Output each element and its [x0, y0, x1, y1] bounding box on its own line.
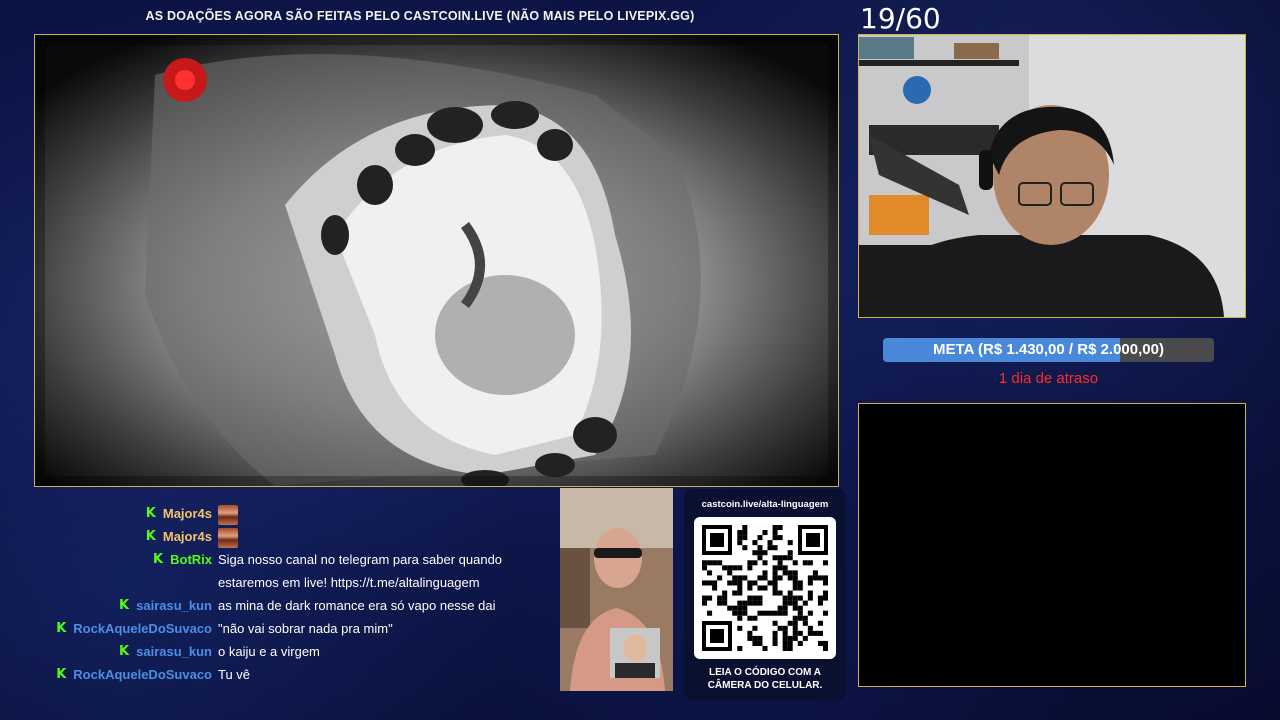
chat-text: o kaiju e a virgem — [218, 644, 320, 659]
guest-camera — [560, 488, 673, 691]
chat-username[interactable]: RockAqueleDoSuvaco — [73, 663, 212, 686]
chat-message: K BotRix Siga nosso canal no telegram para… — [40, 548, 550, 594]
chat-text: "não vai sobrar nada pra mim" — [218, 621, 393, 636]
video-frame-image — [35, 35, 838, 486]
chat-text: as mina de dark romance era só vapo ness… — [218, 598, 496, 613]
chat-user: K BotRix — [40, 548, 212, 571]
chat-username[interactable]: RockAqueleDoSuvaco — [73, 617, 212, 640]
kick-icon: K — [145, 529, 156, 544]
chat-username[interactable]: BotRix — [170, 548, 212, 571]
chat-user: K RockAqueleDoSuvaco — [40, 663, 212, 686]
secondary-panel — [858, 403, 1246, 687]
chat-text — [212, 525, 550, 548]
chat-text: Siga nosso canal no telegram para saber … — [218, 552, 503, 590]
kick-icon: K — [119, 598, 130, 613]
qr-code[interactable] — [694, 517, 836, 659]
chat-message: K Major4s — [40, 525, 550, 548]
chat-user: Ksairasu_kun — [40, 594, 212, 617]
kick-icon: K — [119, 644, 130, 659]
chat-text: Tu vê — [218, 667, 251, 682]
streamer-webcam — [858, 34, 1246, 318]
chat-message: K Major4s — [40, 502, 550, 525]
chat-text — [212, 502, 550, 525]
qr-url[interactable]: castcoin.live/alta-linguagem — [684, 499, 846, 510]
donation-goal-bar: META (R$ 1.430,00 / R$ 2.000,00) — [883, 338, 1214, 362]
goal-label: META (R$ 1.430,00 / R$ 2.000,00) — [933, 341, 1164, 358]
kick-icon: K — [56, 667, 67, 682]
episode-counter: 19/60 — [860, 2, 941, 35]
qr-donation-card[interactable]: castcoin.live/alta-linguagem LEIA O CÓDI… — [684, 489, 846, 700]
webcam-image — [859, 35, 1245, 317]
chat-username[interactable]: sairasu_kun — [136, 640, 212, 663]
kick-icon: K — [56, 621, 67, 636]
chat-user: K Major4s — [40, 502, 212, 525]
chat-user: K RockAqueleDoSuvaco — [40, 617, 212, 640]
qr-caption: LEIA O CÓDIGO COM A CÂMERA DO CELULAR. — [684, 666, 846, 692]
chat-feed: K Major4s K Major4s K BotRix Siga nosso canal … — [40, 502, 550, 686]
donation-banner: AS DOAÇÕES AGORA SÃO FEITAS PELO CASTCOI… — [145, 9, 695, 23]
kick-icon: K — [153, 552, 164, 567]
video-player[interactable] — [34, 34, 839, 487]
guest-camera-image — [560, 488, 673, 691]
chat-message: K RockAqueleDoSuvaco Tu vê — [40, 663, 550, 686]
qr-code-image — [700, 523, 830, 653]
chat-user: K Major4s — [40, 525, 212, 548]
chat-username[interactable]: Major4s — [163, 502, 212, 525]
chat-message: Ksairasu_kun o kaiju e a virgem — [40, 640, 550, 663]
emote-icon — [218, 504, 238, 525]
chat-username[interactable]: Major4s — [163, 525, 212, 548]
chat-username[interactable]: sairasu_kun — [136, 594, 212, 617]
goal-status: 1 dia de atraso — [998, 370, 1099, 387]
qr-caption-line1: LEIA O CÓDIGO COM A — [708, 667, 822, 678]
chat-user: Ksairasu_kun — [40, 640, 212, 663]
chat-message: Ksairasu_kun as mina de dark romance era … — [40, 594, 550, 617]
qr-caption-line2: CÂMERA DO CELULAR. — [707, 680, 823, 691]
emote-icon — [218, 527, 238, 548]
chat-message: K RockAqueleDoSuvaco "não vai sobrar nada … — [40, 617, 550, 640]
kick-icon: K — [145, 506, 156, 521]
